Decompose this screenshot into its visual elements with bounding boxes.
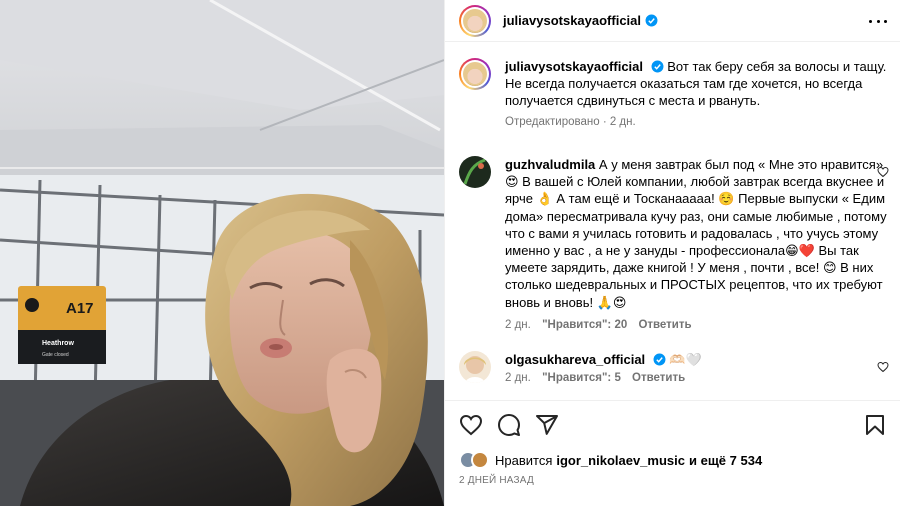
- bookmark-icon[interactable]: [863, 413, 887, 437]
- comments-list: juliavysotskayaofficial Вот так беру себ…: [445, 50, 900, 400]
- comment-likes-button[interactable]: "Нравится": 20: [542, 319, 627, 331]
- post-dialog: A17 Heathrow Gate closed juliavysotskaya…: [0, 0, 900, 506]
- caption-entry: juliavysotskayaofficial Вот так беру себ…: [459, 58, 889, 128]
- comment-item: olgasukhareva_official 🫶🏻🤍 2 дн. "Нравит…: [459, 351, 889, 384]
- comment-meta: 2 дн. "Нравится": 20 Ответить: [505, 319, 889, 331]
- more-icon[interactable]: [869, 12, 887, 30]
- post-header: juliavysotskayaofficial: [445, 0, 900, 42]
- comment-item: guzhvaludmila А у меня завтрак был под «…: [459, 156, 889, 331]
- comment-icon[interactable]: [497, 413, 521, 437]
- comment-body: guzhvaludmila А у меня завтрак был под «…: [505, 156, 889, 311]
- gate-number: A17: [66, 300, 94, 317]
- reply-button[interactable]: Ответить: [638, 319, 691, 331]
- verified-icon: [651, 60, 664, 73]
- comment-text: А у меня завтрак был под « Мне это нрави…: [505, 157, 887, 310]
- gate-sign: A17 Heathrow Gate closed: [18, 286, 106, 364]
- post-panel: juliavysotskayaofficial juliavysotskayao…: [444, 0, 900, 506]
- reply-button[interactable]: Ответить: [632, 372, 685, 384]
- commenter-avatar[interactable]: [459, 156, 491, 188]
- post-actions: Нравится igor_nikolaev_music и ещё 7 534…: [445, 400, 900, 506]
- caption-time: Отредактировано · 2 дн.: [505, 115, 636, 128]
- author-avatar[interactable]: [459, 4, 491, 37]
- gate-status: Gate closed: [42, 352, 69, 358]
- caption-avatar[interactable]: [459, 58, 491, 90]
- comment-username[interactable]: guzhvaludmila: [505, 157, 595, 172]
- liker-avatar[interactable]: [471, 451, 489, 469]
- verified-icon: [653, 353, 666, 366]
- likes-prefix: Нравится: [495, 452, 553, 468]
- selfie-illustration: A17 Heathrow Gate closed: [0, 0, 444, 506]
- comment-username[interactable]: olgasukhareva_official: [505, 352, 645, 367]
- caption-body: juliavysotskayaofficial Вот так беру себ…: [505, 58, 889, 110]
- comment-likes-button[interactable]: "Нравится": 5: [542, 372, 621, 384]
- comment-age: 2 дн.: [505, 318, 531, 331]
- caption-username[interactable]: juliavysotskayaofficial: [505, 59, 643, 74]
- likes-count[interactable]: и ещё 7 534: [689, 453, 762, 468]
- share-icon[interactable]: [535, 413, 559, 437]
- likes-summary: Нравится igor_nikolaev_music и ещё 7 534: [459, 451, 762, 469]
- commenter-avatar[interactable]: [459, 351, 491, 383]
- post-photo[interactable]: A17 Heathrow Gate closed: [0, 0, 444, 506]
- comment-like-icon[interactable]: [877, 361, 889, 373]
- gate-destination: Heathrow: [42, 340, 74, 347]
- comment-text: 🫶🏻🤍: [669, 352, 702, 367]
- verified-icon: [645, 14, 658, 27]
- comment-age: 2 дн.: [505, 372, 531, 385]
- author-username[interactable]: juliavysotskayaofficial: [503, 13, 641, 28]
- likes-user[interactable]: igor_nikolaev_music: [556, 453, 685, 468]
- comment-like-icon[interactable]: [877, 166, 889, 178]
- comment-meta: 2 дн. "Нравится": 5 Ответить: [505, 372, 889, 384]
- comment-body: olgasukhareva_official 🫶🏻🤍: [505, 351, 889, 368]
- heart-icon[interactable]: [459, 413, 483, 437]
- post-date[interactable]: 2 ДНЕЙ НАЗАД: [459, 475, 534, 486]
